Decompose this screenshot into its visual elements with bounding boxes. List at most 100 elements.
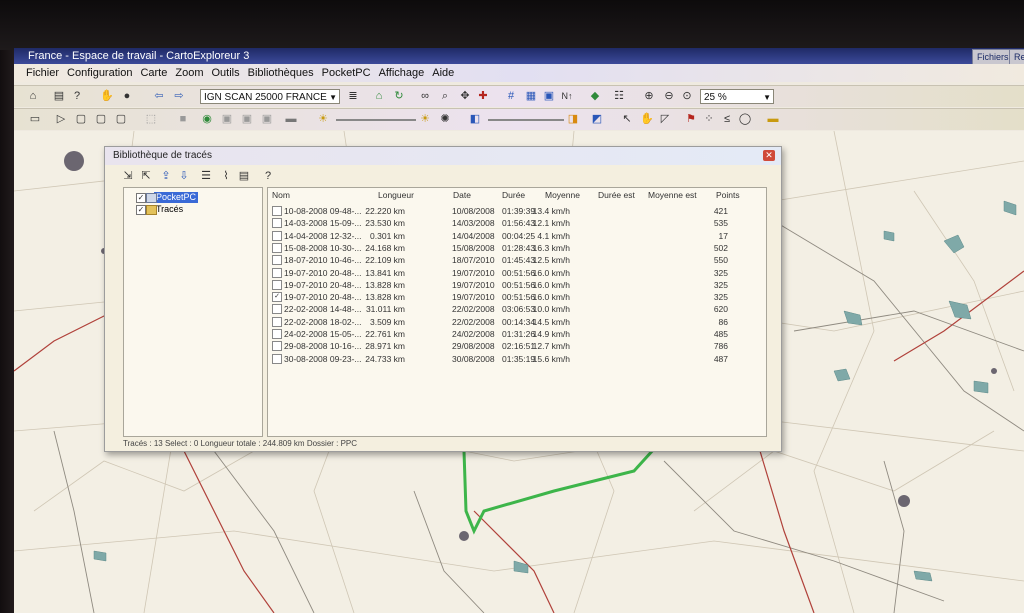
table-row[interactable]: ✓ 19-07-2010 20-48-... 13.828 km 19/07/2010…	[268, 292, 766, 304]
row-checkbox[interactable]	[272, 353, 282, 364]
list-view-icon[interactable]: ☰	[199, 169, 213, 183]
row-checkbox[interactable]	[272, 206, 282, 216]
row-checkbox[interactable]	[272, 279, 282, 290]
row-checkbox[interactable]	[272, 218, 282, 229]
frame-view-icon[interactable]: ▢	[114, 112, 128, 126]
waypoints-icon[interactable]: ⁘	[702, 112, 716, 126]
table-row[interactable]: 10-08-2008 09-48-... 22.220 km 10/08/2008 0…	[268, 206, 766, 218]
folder-icon[interactable]: ▬	[284, 112, 298, 126]
back-arrow-icon[interactable]: ⇦	[152, 89, 166, 103]
row-checkbox[interactable]	[272, 304, 282, 315]
export-icon[interactable]: ⇱	[139, 169, 153, 183]
polygon-icon[interactable]: ◸	[658, 112, 672, 126]
download-icon[interactable]: ⇩	[177, 169, 191, 183]
binoculars-icon[interactable]: ∞	[418, 89, 432, 103]
table-row[interactable]: 14-03-2008 15-09-... 23.530 km 14/03/2008 0…	[268, 218, 766, 230]
close-icon[interactable]: ✕	[763, 150, 775, 161]
properties-icon[interactable]: ▤	[237, 169, 251, 183]
table-row[interactable]: 22-02-2008 14-48-... 31.011 km 22/02/2008 0…	[268, 304, 766, 316]
column-header-longueur[interactable]: Longueur	[378, 190, 414, 200]
row-checkbox[interactable]	[272, 230, 282, 241]
tab-re[interactable]: Re	[1009, 49, 1024, 65]
column-header-date[interactable]: Date	[453, 190, 471, 200]
menu-affichage[interactable]: Affichage	[375, 64, 429, 82]
overlay-icon[interactable]: ◩	[590, 112, 604, 126]
table-row[interactable]: 15-08-2008 10-30-... 24.168 km 15/08/2008 0…	[268, 242, 766, 255]
select-tool-icon[interactable]: ▭	[28, 112, 42, 126]
profile-chart-icon[interactable]: ⌇	[219, 169, 233, 183]
zoom-out-icon[interactable]: ⊖	[662, 89, 676, 103]
column-header-points[interactable]: Points	[716, 190, 740, 200]
row-checkbox[interactable]	[272, 267, 282, 278]
measure-icon[interactable]: ≤	[720, 112, 734, 126]
menu-aide[interactable]: Aide	[428, 64, 458, 82]
legend-icon[interactable]: ☷	[612, 89, 626, 103]
transparency-slider[interactable]	[488, 119, 564, 121]
row-checkbox[interactable]	[272, 255, 282, 266]
overview-icon[interactable]: ▦	[524, 89, 538, 103]
brightness-low-icon[interactable]: ☀	[316, 112, 330, 126]
row-checkbox[interactable]	[272, 341, 282, 352]
disabled-tool-icon[interactable]: ⬚	[144, 112, 158, 126]
row-checkbox[interactable]: ✓	[272, 292, 282, 303]
help-icon[interactable]: ?	[261, 169, 275, 183]
tree-item-pocketpc[interactable]: ✓ PocketPC	[136, 192, 199, 203]
tree-checkbox[interactable]: ✓	[136, 205, 146, 215]
comment-icon[interactable]: ◯	[738, 112, 752, 126]
gps-icon[interactable]: ✚	[476, 89, 490, 103]
column-header-duree-est[interactable]: Durée est	[598, 190, 635, 200]
grid-icon[interactable]: #	[504, 89, 518, 103]
view-icon[interactable]: ▢	[94, 112, 108, 126]
menu-outils[interactable]: Outils	[207, 64, 243, 82]
window-icon[interactable]: ▢	[74, 112, 88, 126]
upload-icon[interactable]: ⇪	[159, 169, 173, 183]
open-icon[interactable]: ⌂	[26, 89, 40, 103]
layers-icon[interactable]: ≣	[346, 89, 360, 103]
table-row[interactable]: 19-07-2010 20-48-... 13.841 km 19/07/2010 0…	[268, 267, 766, 280]
map-select[interactable]: IGN SCAN 25000 FRANCE ▼	[200, 89, 340, 104]
row-checkbox[interactable]	[272, 242, 282, 253]
table-row[interactable]: 18-07-2010 10-46-... 22.109 km 18/07/2010 0…	[268, 255, 766, 267]
scale-icon[interactable]: ◆	[588, 89, 602, 103]
center-icon[interactable]: ✥	[458, 89, 472, 103]
menu-fichier[interactable]: Fichier	[22, 64, 63, 82]
gps-track[interactable]	[462, 447, 656, 535]
column-header-duree[interactable]: Durée	[502, 190, 525, 200]
brightness-slider[interactable]	[336, 119, 416, 121]
column-header-moyenne[interactable]: Moyenne	[545, 190, 580, 200]
row-checkbox[interactable]	[272, 316, 282, 327]
table-row[interactable]: 14-04-2008 12-32-... 0.301 km 14/04/2008 00…	[268, 230, 766, 243]
globe-icon[interactable]: ●	[120, 89, 134, 103]
north-icon[interactable]: N↑	[560, 89, 574, 103]
tree-item-traces[interactable]: ✓ Tracés	[136, 204, 185, 215]
tab-fichiers[interactable]: Fichiers	[972, 49, 1014, 65]
table-row[interactable]: 22-02-2008 18-02-... 3.509 km 22/02/2008 00…	[268, 316, 766, 329]
zoom-select[interactable]: 25 % ▼	[700, 89, 774, 104]
import-icon[interactable]: ⇲	[121, 169, 135, 183]
stop-icon[interactable]: ■	[176, 112, 190, 126]
flag-icon[interactable]: ⚑	[684, 112, 698, 126]
search-map-icon[interactable]: ⌕	[438, 89, 452, 103]
tool-icon-a[interactable]: ▣	[220, 112, 234, 126]
tool-icon-b[interactable]: ▣	[240, 112, 254, 126]
tool-icon-c[interactable]: ▣	[260, 112, 274, 126]
table-row[interactable]: 29-08-2008 10-16-... 28.971 km 29/08/2008 0…	[268, 341, 766, 353]
tree-checkbox[interactable]: ✓	[136, 193, 146, 203]
table-row[interactable]: 19-07-2010 20-48-... 13.828 km 19/07/2010 0…	[268, 279, 766, 292]
zoom-fit-icon[interactable]: ⊙	[680, 89, 694, 103]
play-icon[interactable]: ▷	[54, 112, 68, 126]
frame-icon[interactable]: ▣	[542, 89, 556, 103]
earth-icon[interactable]: ◉	[200, 112, 214, 126]
row-checkbox[interactable]	[272, 329, 282, 339]
pan-hand-icon[interactable]: ✋	[640, 112, 654, 126]
home-icon[interactable]: ⌂	[372, 89, 386, 103]
transparency-low-icon[interactable]: ◧	[468, 112, 482, 126]
ruler-icon[interactable]: ▬	[766, 112, 780, 126]
brightness-high-icon[interactable]: ☀	[418, 112, 432, 126]
column-header-nom[interactable]: Nom	[272, 190, 290, 200]
help-cursor-icon[interactable]: ?	[70, 89, 84, 103]
hand-icon[interactable]: ✋	[100, 89, 114, 103]
forward-arrow-icon[interactable]: ⇨	[172, 89, 186, 103]
contrast-icon[interactable]: ✺	[438, 112, 452, 126]
menu-pocketpc[interactable]: PocketPC	[318, 64, 375, 82]
